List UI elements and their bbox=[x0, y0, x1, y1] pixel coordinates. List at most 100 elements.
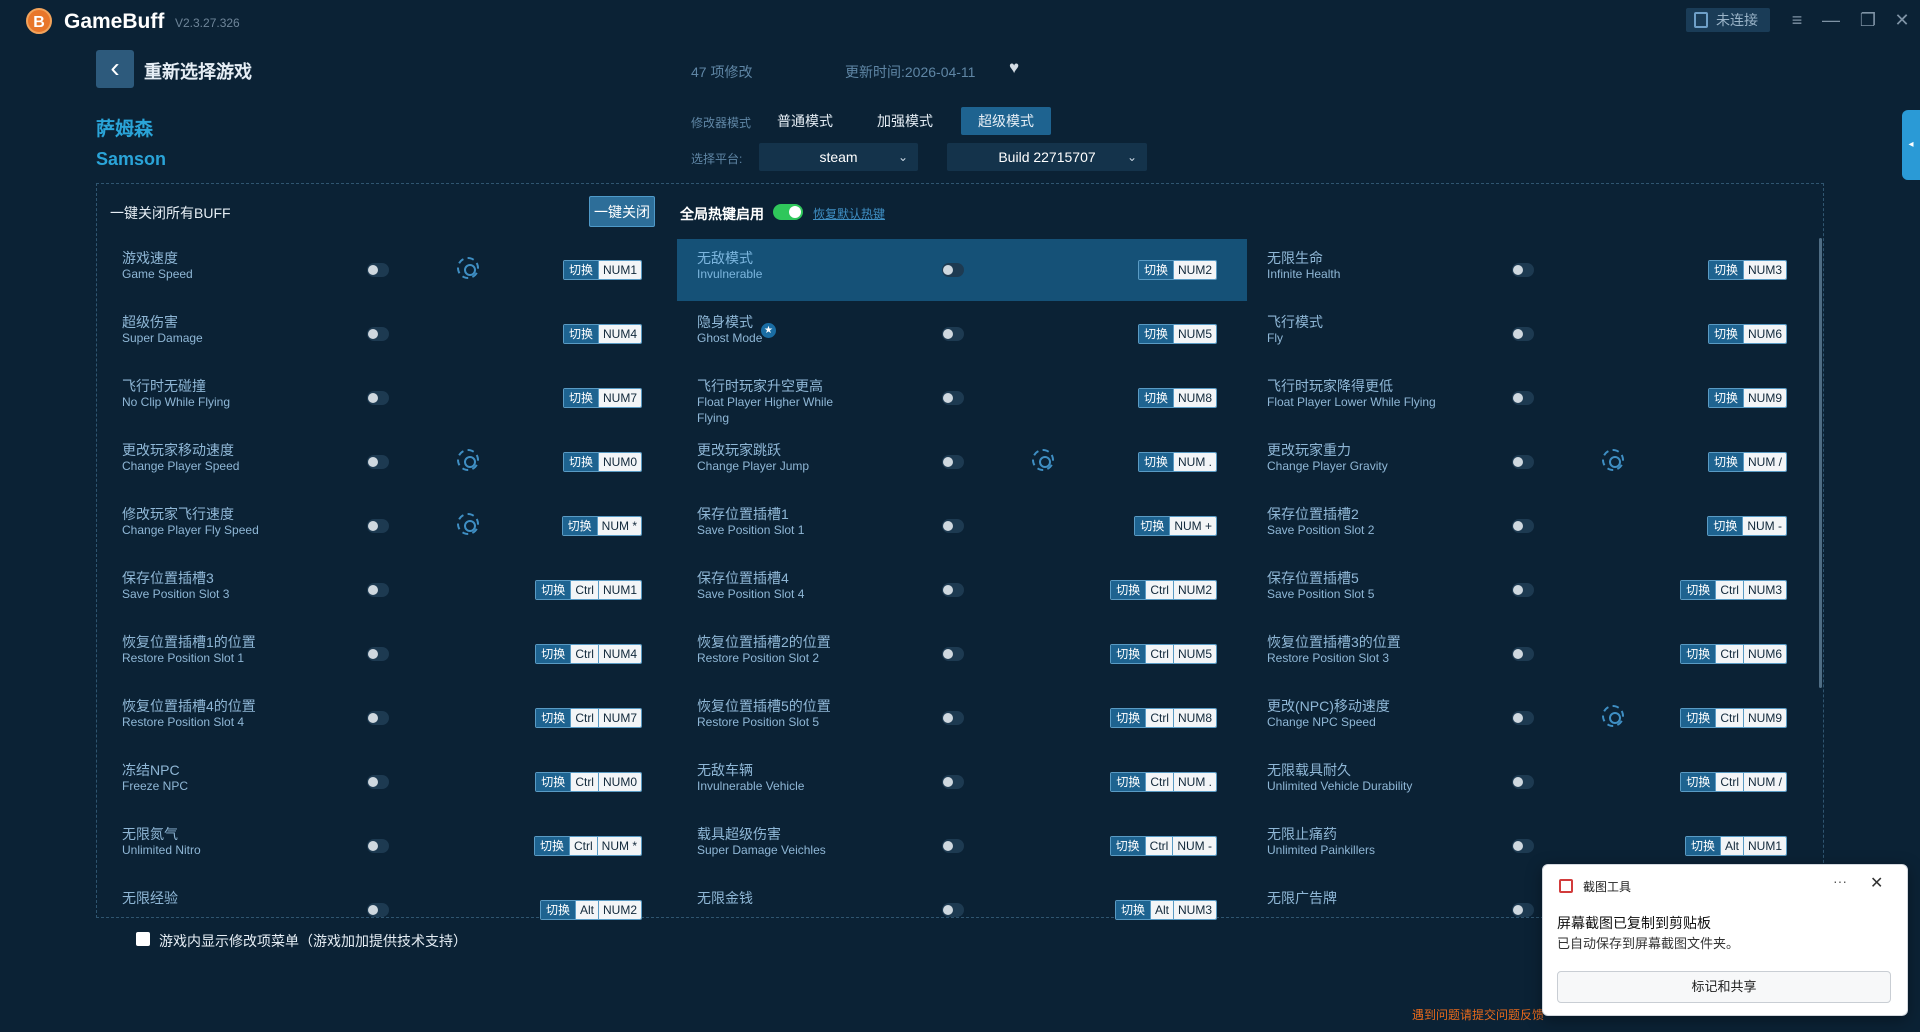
build-select[interactable]: Build 22715707 ⌄ bbox=[947, 143, 1147, 171]
cheat-item[interactable]: 飞行时玩家升空更高 Float Player Higher While Flyin… bbox=[677, 367, 1247, 429]
cheat-item[interactable]: 冻结NPC Freeze NPC 切换 Ctrl NUM0 bbox=[102, 751, 672, 813]
cheat-toggle[interactable] bbox=[1512, 263, 1534, 277]
maximize-icon[interactable]: ❐ bbox=[1856, 8, 1880, 32]
hotkey-badge[interactable]: 切换 NUM8 bbox=[1137, 388, 1217, 408]
hotkey-badge[interactable]: 切换 NUM - bbox=[1707, 516, 1787, 536]
cheat-toggle[interactable] bbox=[1512, 519, 1534, 533]
close-icon[interactable]: ✕ bbox=[1890, 8, 1914, 32]
settings-gear-icon[interactable] bbox=[1032, 449, 1054, 471]
hotkey-badge[interactable]: 切换 NUM0 bbox=[562, 452, 642, 472]
toast-close-icon[interactable]: ✕ bbox=[1870, 873, 1883, 893]
cheat-item[interactable]: 更改玩家移动速度 Change Player Speed 切换 NUM0 bbox=[102, 431, 672, 493]
cheat-toggle[interactable] bbox=[942, 263, 964, 277]
scrollbar[interactable] bbox=[1819, 238, 1822, 688]
cheat-item[interactable]: 超级伤害 Super Damage 切换 NUM4 bbox=[102, 303, 672, 365]
cheat-toggle[interactable] bbox=[1512, 647, 1534, 661]
hotkey-badge[interactable]: 切换 Ctrl NUM1 bbox=[535, 580, 642, 600]
cheat-toggle[interactable] bbox=[367, 647, 389, 661]
cheat-toggle[interactable] bbox=[1512, 775, 1534, 789]
cheat-item[interactable]: 游戏速度 Game Speed 切换 NUM1 bbox=[102, 239, 672, 301]
hotkey-badge[interactable]: 切换 NUM6 bbox=[1707, 324, 1787, 344]
mode-super-tab[interactable]: 超级模式 bbox=[961, 107, 1051, 135]
hotkey-badge[interactable]: 切换 NUM * bbox=[561, 516, 642, 536]
hotkey-badge[interactable]: 切换 NUM . bbox=[1137, 452, 1217, 472]
cheat-toggle[interactable] bbox=[942, 775, 964, 789]
hotkey-badge[interactable]: 切换 NUM5 bbox=[1137, 324, 1217, 344]
cheat-item[interactable]: 修改玩家飞行速度 Change Player Fly Speed 切换 NUM * bbox=[102, 495, 672, 557]
feedback-link[interactable]: 遇到问题请提交问题反馈 bbox=[1412, 1006, 1544, 1023]
cheat-toggle[interactable] bbox=[367, 263, 389, 277]
restore-hotkeys-link[interactable]: 恢复默认热键 bbox=[813, 205, 885, 222]
hotkey-badge[interactable]: 切换 NUM9 bbox=[1707, 388, 1787, 408]
cheat-item[interactable]: 恢复位置插槽4的位置 Restore Position Slot 4 切换 Ctrl N… bbox=[102, 687, 672, 749]
cheat-toggle[interactable] bbox=[1512, 327, 1534, 341]
overlay-menu-checkbox[interactable] bbox=[136, 932, 150, 946]
hotkey-badge[interactable]: 切换 Ctrl NUM5 bbox=[1110, 644, 1217, 664]
hotkey-badge[interactable]: 切换 Ctrl NUM . bbox=[1110, 772, 1217, 792]
settings-gear-icon[interactable] bbox=[1602, 449, 1624, 471]
cheat-toggle[interactable] bbox=[367, 519, 389, 533]
settings-gear-icon[interactable] bbox=[457, 513, 479, 535]
close-all-button[interactable]: 一键关闭 bbox=[589, 196, 655, 227]
hotkey-badge[interactable]: 切换 Ctrl NUM8 bbox=[1110, 708, 1217, 728]
cheat-toggle[interactable] bbox=[1512, 455, 1534, 469]
hotkey-badge[interactable]: 切换 Alt NUM1 bbox=[1684, 836, 1787, 856]
hotkey-badge[interactable]: 切换 NUM / bbox=[1707, 452, 1787, 472]
cheat-toggle[interactable] bbox=[942, 519, 964, 533]
cheat-toggle[interactable] bbox=[367, 583, 389, 597]
cheat-toggle[interactable] bbox=[1512, 391, 1534, 405]
menu-icon[interactable]: ≡ bbox=[1785, 8, 1809, 32]
cheat-item[interactable]: 更改玩家跳跃 Change Player Jump 切换 NUM . bbox=[677, 431, 1247, 493]
mode-normal-tab[interactable]: 普通模式 bbox=[770, 107, 840, 135]
hotkey-badge[interactable]: 切换 Ctrl NUM6 bbox=[1680, 644, 1787, 664]
connection-status-button[interactable]: 未连接 bbox=[1686, 8, 1770, 32]
hotkey-badge[interactable]: 切换 Ctrl NUM9 bbox=[1680, 708, 1787, 728]
cheat-item[interactable]: 恢复位置插槽3的位置 Restore Position Slot 3 切换 Ctrl N… bbox=[1247, 623, 1817, 685]
hotkey-badge[interactable]: 切换 NUM7 bbox=[562, 388, 642, 408]
cheat-item[interactable]: 保存位置插槽2 Save Position Slot 2 切换 NUM - bbox=[1247, 495, 1817, 557]
cheat-toggle[interactable] bbox=[942, 391, 964, 405]
hotkey-badge[interactable]: 切换 NUM4 bbox=[562, 324, 642, 344]
cheat-item[interactable]: 恢复位置插槽1的位置 Restore Position Slot 1 切换 Ctrl N… bbox=[102, 623, 672, 685]
side-collapse-tab[interactable]: ◂ bbox=[1902, 110, 1920, 180]
cheat-item[interactable]: 飞行时玩家降得更低 Float Player Lower While Flying… bbox=[1247, 367, 1817, 429]
cheat-item[interactable]: 更改玩家重力 Change Player Gravity 切换 NUM / bbox=[1247, 431, 1817, 493]
settings-gear-icon[interactable] bbox=[457, 257, 479, 279]
global-hotkey-toggle[interactable] bbox=[773, 204, 803, 220]
cheat-toggle[interactable] bbox=[367, 775, 389, 789]
cheat-item[interactable]: 无限生命 Infinite Health 切换 NUM3 bbox=[1247, 239, 1817, 301]
cheat-item[interactable]: 无敌模式 Invulnerable 切换 NUM2 bbox=[677, 239, 1247, 301]
markup-share-button[interactable]: 标记和共享 bbox=[1557, 971, 1891, 1003]
cheat-toggle[interactable] bbox=[942, 839, 964, 853]
cheat-item[interactable]: 飞行时无碰撞 No Clip While Flying 切换 NUM7 bbox=[102, 367, 672, 429]
hotkey-badge[interactable]: 切换 Ctrl NUM - bbox=[1109, 836, 1217, 856]
cheat-toggle[interactable] bbox=[942, 583, 964, 597]
cheat-toggle[interactable] bbox=[942, 455, 964, 469]
mode-enhanced-tab[interactable]: 加强模式 bbox=[870, 107, 940, 135]
cheat-toggle[interactable] bbox=[1512, 903, 1534, 917]
hotkey-badge[interactable]: 切换 Ctrl NUM7 bbox=[535, 708, 642, 728]
cheat-toggle[interactable] bbox=[367, 455, 389, 469]
reselect-game-label[interactable]: 重新选择游戏 bbox=[144, 58, 252, 84]
hotkey-badge[interactable]: 切换 NUM + bbox=[1134, 516, 1217, 536]
cheat-item[interactable]: 无限金钱 切换 Alt NUM3 bbox=[677, 879, 1247, 941]
cheat-toggle[interactable] bbox=[367, 903, 389, 917]
more-icon[interactable]: ··· bbox=[1833, 873, 1847, 889]
cheat-item[interactable]: 保存位置插槽5 Save Position Slot 5 切换 Ctrl NUM3 bbox=[1247, 559, 1817, 621]
cheat-item[interactable]: 飞行模式 Fly 切换 NUM6 bbox=[1247, 303, 1817, 365]
settings-gear-icon[interactable] bbox=[457, 449, 479, 471]
settings-gear-icon[interactable] bbox=[1602, 705, 1624, 727]
cheat-toggle[interactable] bbox=[367, 327, 389, 341]
cheat-item[interactable]: 载具超级伤害 Super Damage Veichles 切换 Ctrl NUM - bbox=[677, 815, 1247, 877]
cheat-item[interactable]: 更改(NPC)移动速度 Change NPC Speed 切换 Ctrl NUM9 bbox=[1247, 687, 1817, 749]
cheat-toggle[interactable] bbox=[942, 711, 964, 725]
cheat-item[interactable]: 恢复位置插槽2的位置 Restore Position Slot 2 切换 Ctrl N… bbox=[677, 623, 1247, 685]
cheat-toggle[interactable] bbox=[1512, 711, 1534, 725]
cheat-item[interactable]: 无敌车辆 Invulnerable Vehicle 切换 Ctrl NUM . bbox=[677, 751, 1247, 813]
hotkey-badge[interactable]: 切换 Ctrl NUM3 bbox=[1680, 580, 1787, 600]
cheat-toggle[interactable] bbox=[1512, 583, 1534, 597]
hotkey-badge[interactable]: 切换 NUM3 bbox=[1707, 260, 1787, 280]
hotkey-badge[interactable]: 切换 Ctrl NUM / bbox=[1680, 772, 1787, 792]
cheat-toggle[interactable] bbox=[1512, 839, 1534, 853]
hotkey-badge[interactable]: 切换 NUM2 bbox=[1137, 260, 1217, 280]
